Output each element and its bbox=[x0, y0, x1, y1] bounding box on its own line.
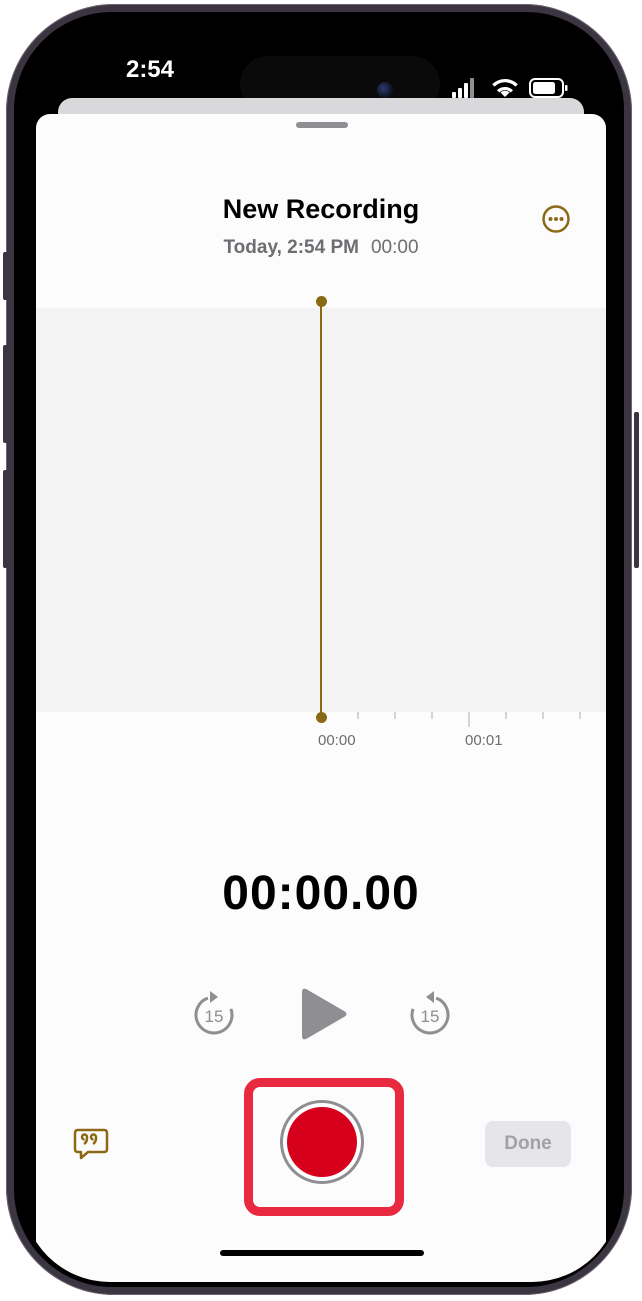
sheet-grabber[interactable] bbox=[296, 122, 348, 128]
recording-sheet: New Recording Today, 2:54 PM 00:00 00:00 … bbox=[36, 114, 606, 1282]
timeline-ticks bbox=[357, 712, 581, 727]
status-time: 2:54 bbox=[125, 56, 175, 83]
transcript-quote-icon[interactable] bbox=[73, 1126, 109, 1162]
status-icons bbox=[452, 78, 568, 98]
recording-date: Today, 2:54 PM bbox=[223, 237, 359, 258]
power-button bbox=[634, 412, 639, 568]
wifi-icon bbox=[492, 78, 518, 97]
skip-back-15-icon[interactable]: 15 bbox=[192, 990, 236, 1036]
done-button[interactable]: Done bbox=[485, 1121, 571, 1167]
skip-back-seconds: 15 bbox=[205, 1007, 224, 1026]
home-indicator[interactable] bbox=[220, 1250, 424, 1256]
elapsed-timer: 00:00.00 bbox=[222, 867, 420, 920]
more-ellipsis-icon[interactable] bbox=[541, 204, 571, 234]
playhead-line[interactable] bbox=[320, 302, 322, 718]
play-icon[interactable] bbox=[298, 986, 350, 1046]
battery-icon bbox=[529, 78, 568, 98]
recording-title[interactable]: New Recording bbox=[36, 194, 606, 225]
skip-forward-seconds: 15 bbox=[421, 1007, 440, 1026]
volume-up-button bbox=[3, 345, 8, 443]
volume-down-button bbox=[3, 470, 8, 568]
tick-label: 00:01 bbox=[465, 732, 503, 749]
front-camera bbox=[377, 82, 393, 98]
recording-duration: 00:00 bbox=[370, 237, 419, 258]
screen: 2:54 New Recording Today, 2:54 PM 00:00 bbox=[22, 20, 620, 1282]
record-icon[interactable] bbox=[287, 1107, 357, 1177]
recording-subtitle: Today, 2:54 PM 00:00 bbox=[36, 237, 606, 259]
tick-label: 00:00 bbox=[318, 732, 356, 749]
playhead-top-handle[interactable] bbox=[315, 296, 327, 307]
skip-forward-15-icon[interactable]: 15 bbox=[408, 990, 452, 1036]
cellular-signal-icon bbox=[452, 78, 474, 98]
action-button bbox=[3, 252, 8, 300]
